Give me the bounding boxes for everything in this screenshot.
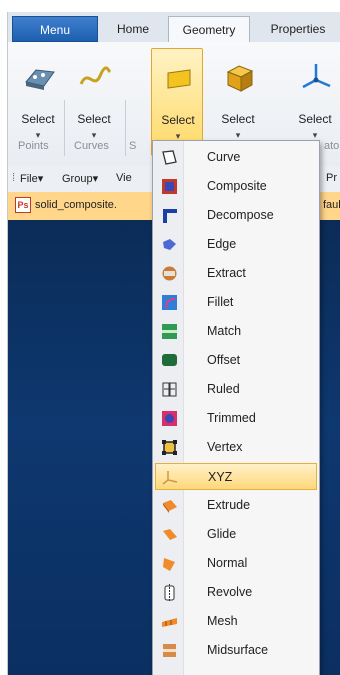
group-label-points: Points	[18, 140, 49, 152]
menu-item-midsurface[interactable]: Midsurface	[155, 637, 317, 664]
menu-item-trimmed[interactable]: Trimmed	[155, 405, 317, 432]
select-surfaces-dropdown: Curve Composite Decompose Edge Extract F…	[152, 140, 320, 675]
grip-icon: ⁞	[12, 172, 16, 184]
group-menu[interactable]: Group▾	[62, 172, 98, 185]
ruled-icon	[162, 382, 177, 397]
trimmed-icon	[162, 411, 177, 426]
menu-item-label: Ruled	[207, 382, 240, 396]
points-icon	[25, 69, 55, 90]
menu-item-label: Edge	[207, 237, 237, 251]
group-label-curves: Curves	[74, 140, 109, 152]
xyz-icon	[162, 471, 178, 485]
menu-item-curve[interactable]: Curve	[155, 144, 317, 171]
menu-item-label: Mesh	[207, 614, 238, 628]
select-points-label: Select	[21, 112, 55, 126]
curves-icon	[79, 66, 112, 85]
menu-item-extrude[interactable]: Extrude	[155, 492, 317, 519]
tab-home[interactable]: Home	[102, 16, 164, 42]
composite-icon	[162, 179, 177, 194]
tab-properties[interactable]: Properties	[254, 16, 340, 42]
menu-item-match[interactable]: Match	[155, 318, 317, 345]
view-menu[interactable]: Vie	[116, 172, 132, 184]
menu-item-label: Decompose	[207, 208, 274, 222]
file-menu[interactable]: File▾	[20, 172, 43, 185]
tab-menu[interactable]: Menu	[12, 16, 98, 42]
menu-item-decompose[interactable]: Decompose	[155, 202, 317, 229]
group-label-systems: ator	[324, 140, 340, 152]
menu-item-label: Midsurface	[207, 643, 269, 657]
menu-item-label: Match	[207, 324, 242, 338]
decompose-icon	[163, 209, 177, 223]
offset-icon	[162, 354, 177, 366]
menu-item-label: Vertex	[207, 440, 243, 454]
edge-icon	[163, 239, 176, 250]
menu-item-label: Trimmed	[207, 411, 256, 425]
fillet-icon	[162, 295, 177, 310]
midsurface-icon	[163, 644, 176, 657]
menu-item-label: Glide	[207, 527, 237, 541]
menu-item-ruled[interactable]: Ruled	[155, 376, 317, 403]
menu-item-label: Fillet	[207, 295, 234, 309]
menu-item-glide[interactable]: Glide	[155, 521, 317, 548]
menu-item-label: Revolve	[207, 585, 253, 599]
select-systems-label: Select	[298, 112, 332, 126]
surfaces-icon	[167, 69, 191, 89]
mesh-icon	[162, 618, 177, 627]
menu-item-xyz[interactable]: XYZ	[155, 463, 317, 490]
select-surfaces-label: Select	[161, 113, 195, 127]
menu-item-revolve[interactable]: Revolve	[155, 579, 317, 606]
menu-item-label: Extract	[207, 266, 246, 280]
document-tab-right: faul	[323, 199, 340, 211]
menu-item-label: Extrude	[207, 498, 251, 512]
match-icon	[162, 324, 177, 339]
extrude-icon	[163, 500, 177, 513]
menu-item-label: Curve	[207, 150, 241, 164]
menu-item-mesh[interactable]: Mesh	[155, 608, 317, 635]
menu-item-label: Offset	[207, 353, 241, 367]
solids-icon	[226, 65, 254, 92]
normal-icon	[163, 558, 175, 571]
axes-icon	[302, 64, 331, 89]
menu-item-edge[interactable]: Edge	[155, 231, 317, 258]
curve-icon	[162, 150, 177, 165]
menu-item-normal[interactable]: Normal	[155, 550, 317, 577]
menu-item-composite[interactable]: Composite	[155, 173, 317, 200]
document-name: solid_composite.	[35, 199, 117, 211]
properties-menu[interactable]: Pr	[326, 172, 337, 184]
revolve-icon	[164, 584, 175, 601]
select-solids-label: Select	[221, 112, 255, 126]
select-curves-label: Select	[77, 112, 111, 126]
file-icon: Ps	[15, 197, 31, 213]
group-label-surfaces: S	[129, 140, 137, 152]
menu-item-offset[interactable]: Offset	[155, 347, 317, 374]
menu-item-vertex[interactable]: Vertex	[155, 434, 317, 461]
menu-item-fillet[interactable]: Fillet	[155, 289, 317, 316]
tab-geometry[interactable]: Geometry	[168, 16, 250, 43]
app-window: Menu Home Geometry Properties Select ▾ S…	[7, 12, 340, 675]
menu-item-label: Composite	[207, 179, 267, 193]
vertex-icon	[162, 440, 177, 455]
menu-item-extract[interactable]: Extract	[155, 260, 317, 287]
group-separator	[64, 100, 65, 156]
menu-item-label: Normal	[207, 556, 248, 570]
group-separator	[125, 100, 126, 156]
extract-icon	[162, 266, 177, 281]
glide-icon	[163, 529, 177, 540]
menu-item-label: XYZ	[208, 470, 233, 484]
ribbon-tab-bar: Menu Home Geometry Properties	[8, 12, 340, 43]
